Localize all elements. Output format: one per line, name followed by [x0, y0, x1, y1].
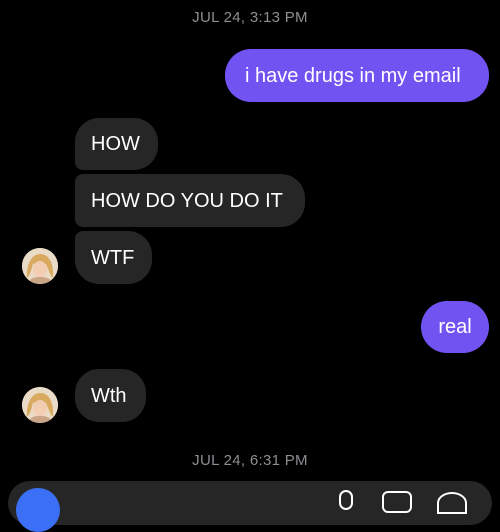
message-text: HOW	[91, 133, 140, 155]
contact-avatar[interactable]	[22, 248, 58, 284]
avatar-photo-icon	[22, 248, 58, 284]
outgoing-message[interactable]: real	[421, 301, 489, 353]
outgoing-message[interactable]: i have drugs in my email	[225, 49, 489, 102]
avatar-photo-icon	[22, 387, 58, 423]
incoming-message[interactable]: Wth	[75, 369, 146, 422]
sticker-icon[interactable]	[437, 492, 467, 514]
message-composer[interactable]	[8, 481, 492, 525]
camera-icon[interactable]	[16, 488, 60, 532]
microphone-icon[interactable]	[339, 490, 353, 510]
message-text: Wth	[91, 384, 127, 407]
incoming-message[interactable]: HOW DO YOU DO IT	[75, 174, 305, 227]
contact-avatar[interactable]	[22, 387, 58, 423]
timestamp: JUL 24, 3:13 PM	[192, 9, 308, 26]
timestamp: JUL 24, 6:31 PM	[192, 452, 308, 469]
gallery-icon[interactable]	[382, 491, 412, 513]
message-text: i have drugs in my email	[245, 64, 461, 87]
message-text: HOW DO YOU DO IT	[91, 189, 283, 212]
incoming-message[interactable]: WTF	[75, 231, 152, 284]
incoming-message[interactable]: HOW	[75, 118, 158, 170]
message-text: WTF	[91, 246, 135, 269]
message-text: real	[438, 316, 472, 338]
